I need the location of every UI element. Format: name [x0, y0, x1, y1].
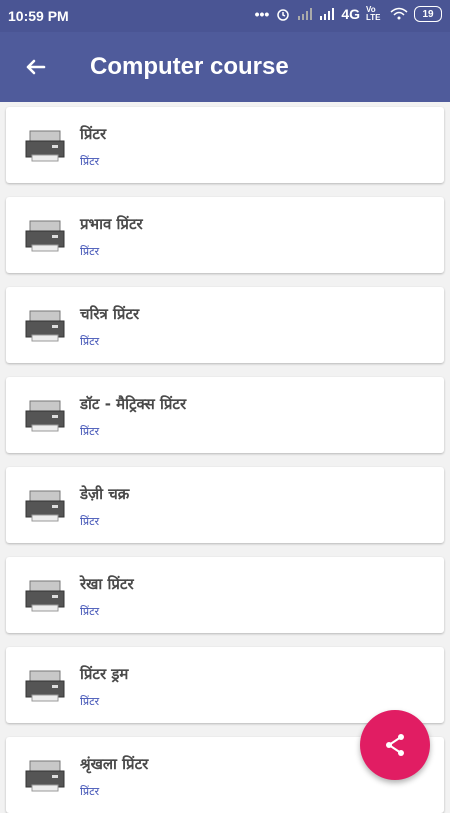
list-item[interactable]: चरित्र प्रिंटर प्रिंटर: [6, 287, 444, 363]
battery-icon: 19: [414, 6, 442, 22]
network-label: 4G: [341, 6, 360, 22]
list-item[interactable]: प्रिंटर ड्रम प्रिंटर: [6, 647, 444, 723]
item-subtitle: प्रिंटर: [80, 155, 100, 168]
item-title: चरित्र प्रिंटर: [80, 305, 140, 323]
list-item[interactable]: डेज़ी चक्र प्रिंटर: [6, 467, 444, 543]
signal-icon: [298, 8, 313, 20]
item-subtitle: प्रिंटर: [80, 425, 100, 438]
app-bar: Computer course: [0, 32, 450, 102]
wifi-icon: [390, 7, 408, 20]
printer-icon: [25, 670, 65, 702]
back-button[interactable]: [18, 49, 54, 85]
arrow-back-icon: [26, 59, 46, 75]
item-title: रेखा प्रिंटर: [80, 575, 134, 593]
share-icon: [386, 734, 404, 756]
item-subtitle: प्रिंटर: [80, 605, 100, 618]
item-title: प्रभाव प्रिंटर: [80, 215, 143, 233]
list-item[interactable]: प्रभाव प्रिंटर प्रिंटर: [6, 197, 444, 273]
volte-label: Vo LTE: [366, 5, 381, 22]
list-item[interactable]: डॉट - मैट्रिक्स प्रिंटर प्रिंटर: [6, 377, 444, 453]
battery-level: 19: [422, 8, 434, 20]
item-subtitle: प्रिंटर: [80, 785, 100, 798]
list-item[interactable]: रेखा प्रिंटर प्रिंटर: [6, 557, 444, 633]
item-title: प्रिंटर ड्रम: [80, 665, 129, 683]
item-title: प्रिंटर: [80, 125, 107, 143]
item-title: श्रृंखला प्रिंटर: [80, 755, 149, 773]
printer-icon: [25, 490, 65, 522]
status-icons: ••• 4G Vo LTE 19: [255, 6, 442, 22]
share-button[interactable]: [360, 710, 430, 780]
item-subtitle: प्रिंटर: [80, 695, 100, 708]
item-title: डॉट - मैट्रिक्स प्रिंटर: [80, 395, 187, 413]
page-title: Computer course: [90, 53, 289, 80]
printer-icon: [25, 580, 65, 612]
more-dots-icon: •••: [254, 6, 270, 22]
signal-icon: [320, 8, 335, 20]
printer-icon: [25, 400, 65, 432]
item-subtitle: प्रिंटर: [80, 245, 100, 258]
item-subtitle: प्रिंटर: [80, 335, 100, 348]
alarm-icon: [277, 9, 290, 21]
item-title: डेज़ी चक्र: [80, 485, 130, 503]
printer-icon: [25, 220, 65, 252]
status-time: 10:59 PM: [8, 8, 69, 24]
status-bar: 10:59 PM ••• 4G Vo LTE 19: [0, 0, 450, 32]
printer-icon: [25, 760, 65, 792]
list-item[interactable]: प्रिंटर प्रिंटर: [6, 107, 444, 183]
item-subtitle: प्रिंटर: [80, 515, 100, 528]
printer-icon: [25, 310, 65, 342]
printer-icon: [25, 130, 65, 162]
